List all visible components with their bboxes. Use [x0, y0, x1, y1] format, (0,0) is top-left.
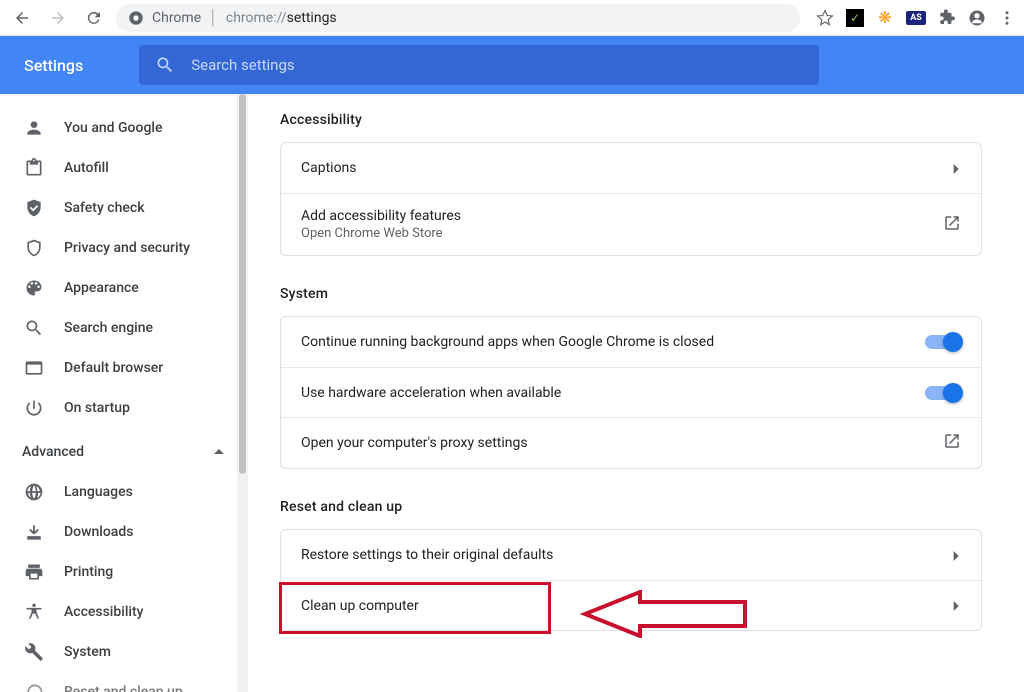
- url-text: chrome://settings: [226, 10, 337, 26]
- row-captions[interactable]: Captions: [281, 143, 981, 193]
- row-hw-accel[interactable]: Use hardware acceleration when available: [281, 367, 981, 417]
- toggle-hw-accel[interactable]: [925, 386, 961, 400]
- globe-icon: [24, 482, 44, 502]
- wrench-icon: [24, 642, 44, 662]
- sidebar-item-printing[interactable]: Printing: [0, 552, 248, 592]
- printer-icon: [24, 562, 44, 582]
- ext3-icon[interactable]: AS: [906, 11, 926, 25]
- sidebar-item-downloads[interactable]: Downloads: [0, 512, 248, 552]
- toolbar-icons: ✓ ❋ AS: [816, 9, 1016, 27]
- search-icon: [24, 318, 44, 338]
- browser-icon: [24, 358, 44, 378]
- section-system-title: System: [280, 286, 982, 302]
- ext1-icon[interactable]: ✓: [846, 9, 864, 27]
- browser-toolbar: Chrome │ chrome://settings ✓ ❋ AS: [0, 0, 1024, 36]
- chevron-right-icon: [953, 546, 961, 565]
- sidebar-item-privacy[interactable]: Privacy and security: [0, 228, 248, 268]
- palette-icon: [24, 278, 44, 298]
- row-proxy[interactable]: Open your computer's proxy settings: [281, 417, 981, 468]
- row-bg-apps[interactable]: Continue running background apps when Go…: [281, 317, 981, 367]
- sidebar-advanced-toggle[interactable]: Advanced: [0, 432, 248, 472]
- search-icon: [155, 55, 175, 75]
- address-bar[interactable]: Chrome │ chrome://settings: [116, 4, 800, 32]
- chevron-up-icon: [214, 447, 224, 457]
- row-clean-up[interactable]: Clean up computer: [281, 580, 981, 630]
- search-settings[interactable]: Search settings: [139, 45, 819, 85]
- ext2-icon[interactable]: ❋: [876, 9, 894, 27]
- extensions-icon[interactable]: [938, 9, 956, 27]
- search-placeholder: Search settings: [191, 56, 294, 74]
- power-icon: [24, 398, 44, 418]
- system-card: Continue running background apps when Go…: [280, 316, 982, 469]
- menu-icon[interactable]: [998, 9, 1016, 27]
- sidebar-item-startup[interactable]: On startup: [0, 388, 248, 428]
- sidebar-item-languages[interactable]: Languages: [0, 472, 248, 512]
- url-separator: │: [209, 9, 218, 26]
- restore-icon: [24, 682, 44, 692]
- open-external-icon: [943, 432, 961, 454]
- sidebar-item-appearance[interactable]: Appearance: [0, 268, 248, 308]
- accessibility-icon: [24, 602, 44, 622]
- shield-icon: [24, 238, 44, 258]
- toggle-bg-apps[interactable]: [925, 335, 961, 349]
- download-icon: [24, 522, 44, 542]
- section-reset-title: Reset and clean up: [280, 499, 982, 515]
- chrome-icon: [128, 10, 144, 26]
- chevron-right-icon: [953, 159, 961, 178]
- forward-button[interactable]: [44, 4, 72, 32]
- clipboard-icon: [24, 158, 44, 178]
- sidebar-item-default[interactable]: Default browser: [0, 348, 248, 388]
- star-icon[interactable]: [816, 9, 834, 27]
- person-icon: [24, 118, 44, 138]
- sidebar-item-you[interactable]: You and Google: [0, 108, 248, 148]
- url-host: Chrome: [152, 10, 201, 26]
- row-restore-defaults[interactable]: Restore settings to their original defau…: [281, 530, 981, 580]
- shield-check-icon: [24, 198, 44, 218]
- sidebar-item-search[interactable]: Search engine: [0, 308, 248, 348]
- page-title: Settings: [24, 56, 83, 75]
- accessibility-card: Captions Add accessibility features Open…: [280, 142, 982, 256]
- profile-icon[interactable]: [968, 9, 986, 27]
- settings-header: Settings Search settings: [0, 36, 1024, 94]
- chevron-right-icon: [953, 596, 961, 615]
- sidebar-item-reset[interactable]: Reset and clean up: [0, 672, 248, 692]
- sidebar-scrollbar[interactable]: [237, 94, 248, 692]
- reload-button[interactable]: [80, 4, 108, 32]
- back-button[interactable]: [8, 4, 36, 32]
- sidebar-item-safety[interactable]: Safety check: [0, 188, 248, 228]
- sidebar-item-system[interactable]: System: [0, 632, 248, 672]
- row-add-features[interactable]: Add accessibility features Open Chrome W…: [281, 193, 981, 255]
- sidebar-item-accessibility[interactable]: Accessibility: [0, 592, 248, 632]
- reset-card: Restore settings to their original defau…: [280, 529, 982, 631]
- sidebar-item-autofill[interactable]: Autofill: [0, 148, 248, 188]
- settings-sidebar: You and Google Autofill Safety check Pri…: [0, 94, 248, 692]
- section-accessibility-title: Accessibility: [280, 112, 982, 128]
- open-external-icon: [943, 214, 961, 236]
- settings-main: Accessibility Captions Add accessibility…: [248, 94, 1024, 692]
